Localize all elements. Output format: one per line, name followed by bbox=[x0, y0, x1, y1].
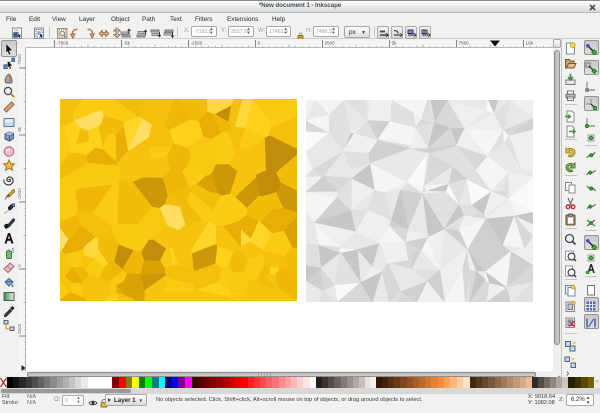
svg-text:2500: 2500 bbox=[18, 323, 22, 334]
svg-text:-2500: -2500 bbox=[18, 188, 22, 200]
svg-text:0: 0 bbox=[18, 264, 22, 267]
svg-text:2500: 2500 bbox=[324, 41, 335, 46]
svg-text:0: 0 bbox=[257, 41, 260, 46]
svg-text:10k: 10k bbox=[525, 41, 533, 46]
svg-text:-7500: -7500 bbox=[56, 41, 68, 46]
svg-text:5k: 5k bbox=[391, 41, 397, 46]
svg-text:-7500: -7500 bbox=[18, 54, 22, 66]
svg-text:7500: 7500 bbox=[458, 41, 469, 46]
svg-text:-2500: -2500 bbox=[190, 41, 202, 46]
svg-text:-5k: -5k bbox=[123, 41, 130, 46]
svg-text:-5k: -5k bbox=[18, 126, 22, 133]
